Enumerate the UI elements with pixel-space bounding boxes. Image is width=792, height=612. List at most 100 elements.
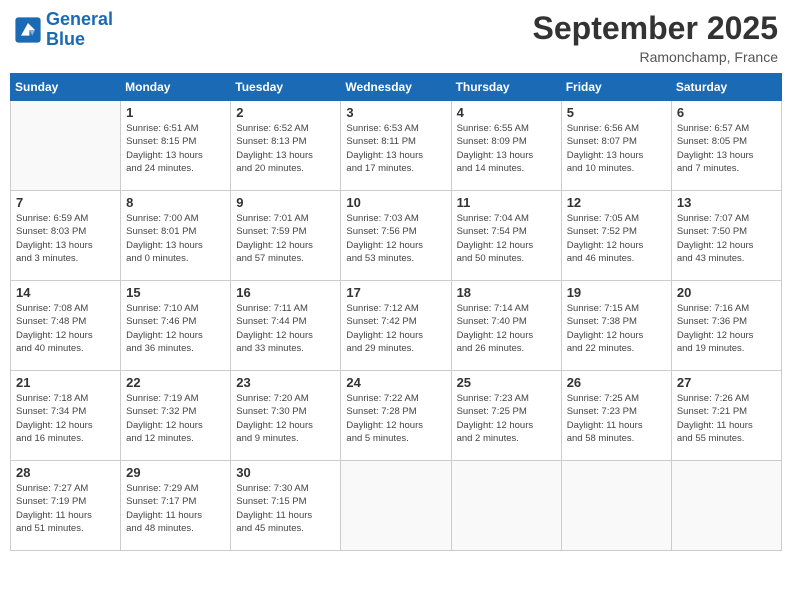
day-number: 25 [457, 375, 556, 390]
day-info: Sunrise: 7:11 AMSunset: 7:44 PMDaylight:… [236, 302, 335, 355]
day-number: 23 [236, 375, 335, 390]
calendar-cell: 25 Sunrise: 7:23 AMSunset: 7:25 PMDayligh… [451, 371, 561, 461]
day-number: 10 [346, 195, 445, 210]
calendar-cell: 14 Sunrise: 7:08 AMSunset: 7:48 PMDayligh… [11, 281, 121, 371]
calendar-cell: 19Sunrise: 7:15 AMSunset: 7:38 PMDayligh… [561, 281, 671, 371]
calendar-table: SundayMondayTuesdayWednesdayThursdayFrid… [10, 73, 782, 551]
day-info: Sunrise: 6:53 AMSunset: 8:11 PMDaylight:… [346, 122, 445, 175]
day-number: 9 [236, 195, 335, 210]
location: Ramonchamp, France [533, 49, 778, 65]
calendar-cell: 29 Sunrise: 7:29 AMSunset: 7:17 PMDayligh… [121, 461, 231, 551]
day-info: Sunrise: 6:57 AMSunset: 8:05 PMDaylight:… [677, 122, 776, 175]
header: General Blue September 2025 Ramonchamp, … [10, 10, 782, 65]
day-number: 19 [567, 285, 666, 300]
day-info: Sunrise: 7:14 AMSunset: 7:40 PMDaylight:… [457, 302, 556, 355]
day-number: 16 [236, 285, 335, 300]
day-header-monday: Monday [121, 74, 231, 101]
calendar-cell: 6 Sunrise: 6:57 AMSunset: 8:05 PMDaylight… [671, 101, 781, 191]
day-info: Sunrise: 7:19 AMSunset: 7:32 PMDaylight:… [126, 392, 225, 445]
day-number: 30 [236, 465, 335, 480]
day-number: 3 [346, 105, 445, 120]
calendar-cell: 15Sunrise: 7:10 AMSunset: 7:46 PMDayligh… [121, 281, 231, 371]
day-number: 11 [457, 195, 556, 210]
calendar-cell: 16 Sunrise: 7:11 AMSunset: 7:44 PMDayligh… [231, 281, 341, 371]
day-number: 26 [567, 375, 666, 390]
day-header-friday: Friday [561, 74, 671, 101]
calendar-cell [341, 461, 451, 551]
day-info: Sunrise: 7:07 AMSunset: 7:50 PMDaylight:… [677, 212, 776, 265]
calendar-cell: 12 Sunrise: 7:05 AMSunset: 7:52 PMDayligh… [561, 191, 671, 281]
day-info: Sunrise: 7:04 AMSunset: 7:54 PMDaylight:… [457, 212, 556, 265]
logo-line1: General [46, 9, 113, 29]
calendar-cell [671, 461, 781, 551]
calendar-cell: 20 Sunrise: 7:16 AMSunset: 7:36 PMDayligh… [671, 281, 781, 371]
calendar-cell: 24Sunrise: 7:22 AMSunset: 7:28 PMDayligh… [341, 371, 451, 461]
day-info: Sunrise: 6:56 AMSunset: 8:07 PMDaylight:… [567, 122, 666, 175]
day-info: Sunrise: 6:52 AMSunset: 8:13 PMDaylight:… [236, 122, 335, 175]
calendar-cell: 18Sunrise: 7:14 AMSunset: 7:40 PMDayligh… [451, 281, 561, 371]
calendar-cell: 13 Sunrise: 7:07 AMSunset: 7:50 PMDayligh… [671, 191, 781, 281]
logo: General Blue [14, 10, 113, 50]
calendar-cell: 17 Sunrise: 7:12 AMSunset: 7:42 PMDayligh… [341, 281, 451, 371]
day-info: Sunrise: 7:16 AMSunset: 7:36 PMDaylight:… [677, 302, 776, 355]
day-number: 1 [126, 105, 225, 120]
day-header-thursday: Thursday [451, 74, 561, 101]
calendar-cell: 11 Sunrise: 7:04 AMSunset: 7:54 PMDayligh… [451, 191, 561, 281]
calendar-header-row: SundayMondayTuesdayWednesdayThursdayFrid… [11, 74, 782, 101]
day-number: 20 [677, 285, 776, 300]
calendar-cell: 3 Sunrise: 6:53 AMSunset: 8:11 PMDaylight… [341, 101, 451, 191]
day-info: Sunrise: 6:55 AMSunset: 8:09 PMDaylight:… [457, 122, 556, 175]
day-number: 2 [236, 105, 335, 120]
day-info: Sunrise: 7:29 AMSunset: 7:17 PMDaylight:… [126, 482, 225, 535]
calendar-cell: 23 Sunrise: 7:20 AMSunset: 7:30 PMDayligh… [231, 371, 341, 461]
day-number: 29 [126, 465, 225, 480]
calendar-cell: 1 Sunrise: 6:51 AMSunset: 8:15 PMDaylight… [121, 101, 231, 191]
day-number: 7 [16, 195, 115, 210]
calendar-week-row: 7 Sunrise: 6:59 AMSunset: 8:03 PMDaylight… [11, 191, 782, 281]
day-number: 27 [677, 375, 776, 390]
day-info: Sunrise: 6:51 AMSunset: 8:15 PMDaylight:… [126, 122, 225, 175]
logo-icon [14, 16, 42, 44]
day-info: Sunrise: 7:00 AMSunset: 8:01 PMDaylight:… [126, 212, 225, 265]
day-info: Sunrise: 7:27 AMSunset: 7:19 PMDaylight:… [16, 482, 115, 535]
day-info: Sunrise: 7:23 AMSunset: 7:25 PMDaylight:… [457, 392, 556, 445]
day-header-wednesday: Wednesday [341, 74, 451, 101]
calendar-week-row: 21Sunrise: 7:18 AMSunset: 7:34 PMDayligh… [11, 371, 782, 461]
day-info: Sunrise: 7:30 AMSunset: 7:15 PMDaylight:… [236, 482, 335, 535]
calendar-cell: 2 Sunrise: 6:52 AMSunset: 8:13 PMDaylight… [231, 101, 341, 191]
day-number: 6 [677, 105, 776, 120]
calendar-cell: 4 Sunrise: 6:55 AMSunset: 8:09 PMDaylight… [451, 101, 561, 191]
calendar-cell: 22Sunrise: 7:19 AMSunset: 7:32 PMDayligh… [121, 371, 231, 461]
calendar-cell: 7 Sunrise: 6:59 AMSunset: 8:03 PMDaylight… [11, 191, 121, 281]
calendar-cell: 28 Sunrise: 7:27 AMSunset: 7:19 PMDayligh… [11, 461, 121, 551]
calendar-cell: 5 Sunrise: 6:56 AMSunset: 8:07 PMDaylight… [561, 101, 671, 191]
logo-text: General Blue [46, 10, 113, 50]
day-info: Sunrise: 7:10 AMSunset: 7:46 PMDaylight:… [126, 302, 225, 355]
day-number: 14 [16, 285, 115, 300]
title-area: September 2025 Ramonchamp, France [533, 10, 778, 65]
day-number: 12 [567, 195, 666, 210]
day-number: 8 [126, 195, 225, 210]
calendar-cell: 26 Sunrise: 7:25 AMSunset: 7:23 PMDayligh… [561, 371, 671, 461]
calendar-cell [11, 101, 121, 191]
day-info: Sunrise: 6:59 AMSunset: 8:03 PMDaylight:… [16, 212, 115, 265]
day-info: Sunrise: 7:08 AMSunset: 7:48 PMDaylight:… [16, 302, 115, 355]
day-number: 17 [346, 285, 445, 300]
day-number: 13 [677, 195, 776, 210]
calendar-cell [561, 461, 671, 551]
day-number: 5 [567, 105, 666, 120]
calendar-cell: 10Sunrise: 7:03 AMSunset: 7:56 PMDayligh… [341, 191, 451, 281]
calendar-cell: 27 Sunrise: 7:26 AMSunset: 7:21 PMDayligh… [671, 371, 781, 461]
logo-line2: Blue [46, 29, 85, 49]
day-info: Sunrise: 7:26 AMSunset: 7:21 PMDaylight:… [677, 392, 776, 445]
day-header-saturday: Saturday [671, 74, 781, 101]
month-title: September 2025 [533, 10, 778, 47]
day-header-sunday: Sunday [11, 74, 121, 101]
day-info: Sunrise: 7:05 AMSunset: 7:52 PMDaylight:… [567, 212, 666, 265]
day-info: Sunrise: 7:20 AMSunset: 7:30 PMDaylight:… [236, 392, 335, 445]
day-info: Sunrise: 7:25 AMSunset: 7:23 PMDaylight:… [567, 392, 666, 445]
day-info: Sunrise: 7:12 AMSunset: 7:42 PMDaylight:… [346, 302, 445, 355]
day-number: 24 [346, 375, 445, 390]
day-number: 28 [16, 465, 115, 480]
day-number: 4 [457, 105, 556, 120]
